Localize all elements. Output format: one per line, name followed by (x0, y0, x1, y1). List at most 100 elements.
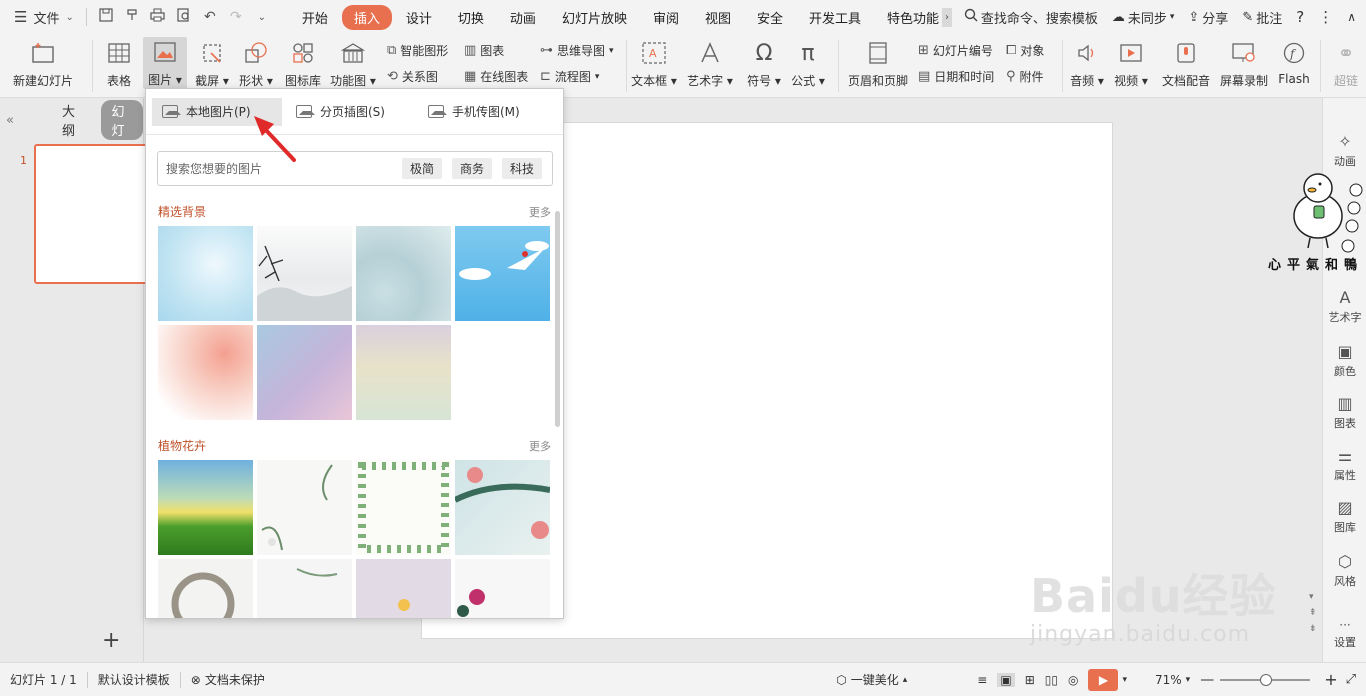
zoom-level[interactable]: 71% ▾ (1145, 673, 1200, 687)
redo-icon[interactable]: ↷ (227, 9, 245, 25)
page-up-icon[interactable]: ⇞ (1309, 608, 1317, 618)
tab-security[interactable]: 安全 (745, 5, 795, 30)
hyperlink-button[interactable]: ⚭ 超链 (1326, 38, 1366, 89)
scroll-down-icon[interactable]: ▾ (1309, 592, 1314, 602)
header-footer-button[interactable]: 页眉和页脚 (844, 38, 912, 89)
attachment-button[interactable]: ⚲ 附件 (1006, 68, 1044, 85)
play-slideshow-button[interactable]: ▶ (1088, 668, 1119, 691)
background-thumbnail[interactable] (356, 226, 451, 321)
phone-picture-option[interactable]: 手机传图(M) (418, 98, 548, 126)
text-box-button[interactable]: A 文本框 ▾ (630, 38, 678, 89)
dropdown-scrollbar[interactable] (555, 211, 560, 427)
pane-properties[interactable]: ⚌ 属性 (1323, 446, 1366, 483)
background-thumbnail[interactable] (257, 226, 352, 321)
collapse-ribbon-icon[interactable]: ∧ (1347, 10, 1356, 24)
zoom-slider-handle[interactable] (1260, 673, 1273, 686)
screenshot-button[interactable]: 截屏 ▾ (192, 38, 232, 89)
sync-status[interactable]: ☁ 未同步 ▾ (1112, 8, 1175, 27)
slide-number-button[interactable]: ⊞ 幻灯片编号 (918, 42, 993, 59)
tab-special-features[interactable]: 特色功能 (875, 5, 941, 30)
audio-button[interactable]: 音频 ▾ (1066, 38, 1108, 89)
page-down-icon[interactable]: ⇟ (1309, 624, 1317, 634)
screen-record-button[interactable]: 屏幕录制 (1216, 38, 1272, 89)
zoom-in-icon[interactable]: + (1324, 670, 1337, 689)
design-template[interactable]: 默认设计模板 (88, 671, 180, 688)
zoom-out-icon[interactable]: — (1200, 672, 1214, 688)
comment-button[interactable]: ✎ 批注 (1242, 8, 1282, 27)
tab-review[interactable]: 审阅 (641, 5, 691, 30)
plant-thumbnail[interactable] (455, 559, 550, 618)
format-painter-icon[interactable] (123, 8, 141, 26)
object-button[interactable]: ⧠ 对象 (1006, 42, 1044, 59)
pane-animation[interactable]: ✧ 动画 (1323, 132, 1366, 169)
command-search[interactable]: 查找命令、搜索模板 (964, 8, 1098, 27)
one-click-beautify[interactable]: ⬡ 一键美化 ▴ (826, 671, 917, 688)
tab-animation[interactable]: 动画 (498, 5, 548, 30)
tab-design[interactable]: 设计 (394, 5, 444, 30)
chart-button[interactable]: ▥ 图表 (464, 42, 504, 59)
tab-view[interactable]: 视图 (693, 5, 743, 30)
background-thumbnail[interactable] (257, 325, 352, 420)
formula-button[interactable]: π 公式 ▾ (788, 38, 828, 89)
notes-icon[interactable]: ≡ (977, 673, 987, 687)
add-slide-icon[interactable]: + (102, 628, 120, 653)
video-button[interactable]: 视频 ▾ (1110, 38, 1152, 89)
icon-library-button[interactable]: 图标库 (282, 38, 324, 89)
search-tag-business[interactable]: 商务 (451, 158, 492, 179)
more-plants-link[interactable]: 更多 (529, 438, 551, 454)
shape-button[interactable]: 形状 ▾ (236, 38, 276, 89)
smart-shape-button[interactable]: ⧉ 智能图形 (387, 42, 448, 59)
undo-icon[interactable]: ↶ (201, 9, 219, 25)
plant-thumbnail[interactable] (356, 460, 451, 555)
tab-home[interactable]: 开始 (290, 5, 340, 30)
new-slide-button[interactable]: 新建幻灯片 (10, 38, 76, 89)
tabs-scroll-right-icon[interactable]: › (942, 7, 953, 27)
picture-search-box[interactable]: 搜索您想要的图片 极简 商务 科技 (157, 151, 553, 186)
slide-sorter-icon[interactable]: ⊞ (1025, 673, 1035, 687)
art-text-button[interactable]: 艺术字 ▾ (686, 38, 734, 89)
pane-chart[interactable]: ▥ 图表 (1323, 394, 1366, 431)
symbol-button[interactable]: Ω 符号 ▾ (744, 38, 784, 89)
tab-transition[interactable]: 切换 (446, 5, 496, 30)
tab-developer[interactable]: 开发工具 (797, 5, 873, 30)
tab-outline[interactable]: 大纲 (62, 101, 84, 139)
plant-thumbnail[interactable] (356, 559, 451, 618)
more-backgrounds-link[interactable]: 更多 (529, 204, 551, 220)
share-button[interactable]: ⇪ 分享 (1188, 8, 1228, 27)
date-time-button[interactable]: ▤ 日期和时间 (918, 68, 994, 85)
play-options-chevron-icon[interactable]: ▾ (1118, 675, 1131, 685)
collapse-panel-icon[interactable]: « (6, 113, 14, 128)
plant-thumbnail[interactable] (257, 460, 352, 555)
fit-window-icon[interactable]: ⤢ (1346, 672, 1356, 687)
relation-chart-button[interactable]: ⟲ 关系图 (387, 68, 438, 85)
background-thumbnail[interactable] (455, 226, 550, 321)
pane-color[interactable]: ▣ 颜色 (1323, 342, 1366, 379)
doc-voice-button[interactable]: 文档配音 (1158, 38, 1214, 89)
print-preview-icon[interactable] (175, 8, 193, 26)
flow-chart-button[interactable]: ⊏ 流程图 ▾ (540, 68, 599, 85)
help-icon[interactable]: ? (1296, 8, 1304, 26)
tab-insert[interactable]: 插入 (341, 4, 392, 30)
zoom-slider[interactable] (1220, 673, 1311, 686)
search-tag-minimal[interactable]: 极简 (401, 158, 442, 179)
reading-view-icon[interactable]: ▯▯ (1045, 673, 1058, 687)
plant-thumbnail[interactable] (453, 460, 551, 555)
plant-thumbnail[interactable] (158, 460, 253, 555)
file-menu[interactable]: ☰ 文件 ⌄ (0, 0, 82, 34)
flash-button[interactable]: f Flash (1274, 38, 1314, 86)
normal-view-icon[interactable]: ▣ (997, 672, 1015, 687)
background-thumbnail[interactable] (158, 325, 253, 420)
search-tag-tech[interactable]: 科技 (501, 158, 542, 179)
online-chart-button[interactable]: ▦ 在线图表 (464, 68, 528, 85)
print-icon[interactable] (149, 8, 167, 26)
presenter-view-icon[interactable]: ◎ (1068, 673, 1078, 687)
slide-thumbnail[interactable] (34, 144, 154, 284)
customize-chevron-icon[interactable]: ⌄ (253, 12, 271, 23)
pane-style[interactable]: ⬡ 风格 (1323, 552, 1366, 589)
pane-gallery[interactable]: ▨ 图库 (1323, 498, 1366, 535)
table-button[interactable]: 表格 (101, 38, 137, 89)
pane-settings[interactable]: ··· 设置 (1323, 618, 1366, 650)
mind-map-button[interactable]: ⊶ 思维导图 ▾ (540, 42, 614, 59)
background-thumbnail[interactable] (158, 226, 253, 321)
pane-art-text[interactable]: A 艺术字 (1323, 288, 1366, 325)
